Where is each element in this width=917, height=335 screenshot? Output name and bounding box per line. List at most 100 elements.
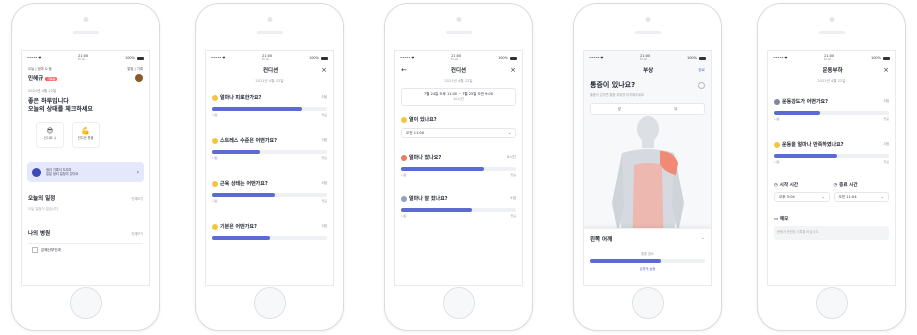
question-muscle: 근육 상태는 어떤가요? 3점 나쁨 좋음 <box>212 180 327 203</box>
slider-fill <box>212 193 276 197</box>
pain-level-slider[interactable] <box>590 259 705 263</box>
chevron-down-icon[interactable]: ⌄ <box>701 235 705 243</box>
schedule-header: 오늘의 일정 전체보기 <box>28 196 143 202</box>
pain-detail-sheet: 왼쪽 어깨 ⌄ 통증 정도 심하게 높음 <box>584 228 711 285</box>
page-title: 컨디션 <box>262 68 279 74</box>
question-fatigue: 얼마나 피로한가요? 3점 나쁨 좋음 <box>212 94 327 117</box>
status-bar: ••••• ❤ 21:00 B.Lab···· 100% <box>206 51 333 62</box>
avatar[interactable] <box>135 74 143 82</box>
exercise-header: 운동부하 × <box>768 62 895 78</box>
pain-level-value: 심하게 높음 <box>639 267 656 271</box>
slider-fill <box>774 111 820 115</box>
chevron-down-icon: ⌄ <box>880 195 884 199</box>
memo-textarea[interactable]: 운동과 관련된 기록을 하십시오. <box>774 226 889 240</box>
fatigue-slider[interactable] <box>212 107 327 111</box>
body-head[interactable] <box>637 116 659 142</box>
phone-home: ••••• ❤ 21:00 B.Lab···· 100% 오늘 | 엄마 & 응 … <box>11 3 160 331</box>
slider-fill <box>212 236 270 240</box>
slider-fill <box>212 150 261 154</box>
home-button[interactable] <box>442 287 475 319</box>
info-icon[interactable] <box>698 81 705 89</box>
chevron-down-icon: ⌄ <box>821 195 825 199</box>
fever-time-select[interactable]: 오전 11:00 ⌄ <box>401 128 516 138</box>
hospital-more-link[interactable]: 전체보기 <box>131 231 143 236</box>
sleep-range-card[interactable]: 7월 24일 오후 11:00 ~ 7월 25일 오전 9:00 10시간 <box>401 88 516 106</box>
mood-card-happy[interactable]: 😎 신나요 :) <box>36 122 64 148</box>
pain-level-caption: 통증 정도 <box>641 252 654 256</box>
pain-screen: ••••• ❤ 21:00 B.Lab···· 100% 부상 완료 통증이 있나… <box>583 50 712 286</box>
condition2-header: ← 컨디션 × <box>395 62 522 78</box>
slider-fill <box>590 259 662 263</box>
chevron-down-icon: ⌄ <box>507 131 511 135</box>
start-time-select[interactable]: 오후 5:04 ⌄ <box>774 192 830 202</box>
end-time-select[interactable]: 오전 11:04 ⌄ <box>833 192 889 202</box>
question-stress: 스트레스 수준은 어떤가요? 3점 나쁨 좋음 <box>212 137 327 160</box>
hospital-header: 나의 병원 전체보기 <box>28 231 143 237</box>
satisfaction-slider[interactable] <box>774 154 889 158</box>
top-right-links[interactable]: 알림 | 기록 <box>127 66 143 71</box>
speaker-grill <box>445 31 472 34</box>
phone-pain: ••••• ❤ 21:00 B.Lab···· 100% 부상 완료 통증이 있나… <box>573 3 722 331</box>
body-neck[interactable] <box>642 140 654 148</box>
battery-icon <box>882 56 890 60</box>
question-sleep-quality: 얼마나 잘 잤나요? 4점 나쁨 좋음 <box>401 195 516 218</box>
condition-date: 2021년 4월 22일 <box>255 79 284 83</box>
phone-condition-detail: ••••• ❤ 21:00 B.Lab···· 100% ← 컨디션 × 2021… <box>384 3 533 331</box>
top-tabs[interactable]: 오늘 | 엄마 & 응 <box>28 66 52 71</box>
mood-slider[interactable] <box>212 236 327 240</box>
page-title: 운동부하 <box>822 68 843 74</box>
clock-icon: ◷ <box>833 183 838 188</box>
hospital-item[interactable]: 은혜산부인과 <box>28 243 143 256</box>
smile-face-icon <box>212 223 218 230</box>
battery-icon <box>136 56 144 60</box>
schedule-more-link[interactable]: 전체보기 <box>131 196 143 201</box>
condition-screen: ••••• ❤ 21:00 B.Lab···· 100% 컨디션 × 2021년 … <box>205 50 334 286</box>
slider-fill <box>401 167 484 171</box>
chevron-right-icon: › <box>136 168 139 176</box>
battery-icon <box>698 56 706 60</box>
speaker-grill <box>634 31 661 34</box>
camera-dot <box>645 17 650 22</box>
mood-card-good[interactable]: 💪 컨디션 좋음 <box>71 122 100 148</box>
home-screen: ••••• ❤ 21:00 B.Lab···· 100% 오늘 | 엄마 & 응 … <box>21 50 150 286</box>
done-button[interactable]: 완료 <box>698 68 705 73</box>
close-icon[interactable]: × <box>321 66 327 74</box>
slider-fill <box>774 154 838 158</box>
camera-dot <box>829 17 834 22</box>
user-name: 민혜규 <box>28 76 44 82</box>
home-button[interactable] <box>69 287 102 319</box>
stress-slider[interactable] <box>212 150 327 154</box>
home-button[interactable] <box>815 287 848 319</box>
flex-arm-icon: 💪 <box>81 127 90 135</box>
slider-fill <box>212 107 302 111</box>
checkbox-icon[interactable] <box>32 247 38 253</box>
muscle-arm-icon <box>212 180 218 187</box>
camera-dot <box>83 17 88 22</box>
status-bar: ••••• ❤ 21:00 B.Lab···· 100% <box>768 51 895 62</box>
dumbbell-icon <box>774 98 780 105</box>
selected-area-title: 왼쪽 어깨 <box>590 237 613 243</box>
camera-dot <box>456 17 461 22</box>
sleep-quality-slider[interactable] <box>401 208 516 212</box>
phone-condition: ••••• ❤ 21:00 B.Lab···· 100% 컨디션 × 2021년 … <box>195 3 344 331</box>
question-mood: 기분은 어떤가요? 3점 <box>206 223 333 240</box>
intensity-slider[interactable] <box>774 111 889 115</box>
close-icon[interactable]: × <box>883 66 889 74</box>
condition-detail-screen: ••••• ❤ 21:00 B.Lab···· 100% ← 컨디션 × 2021… <box>394 50 523 286</box>
home-button[interactable] <box>253 287 286 319</box>
muscle-slider[interactable] <box>212 193 327 197</box>
carrier: ••••• ❤ <box>27 56 42 60</box>
page-title: 부상 <box>643 68 654 74</box>
page-title: 컨디션 <box>450 68 467 74</box>
tired-face-icon <box>212 94 218 101</box>
pain-subtitle: 통증이 있다면 통증 부위를 터치해주세요 <box>590 93 644 97</box>
clock-icon: ◷ <box>774 183 779 188</box>
home-button[interactable] <box>631 287 664 319</box>
pain-question: 통증이 있나요? <box>590 81 636 89</box>
cycle-banner[interactable]: 생리 기록이 도우미 일일 생리 일정이 있어요 › <box>27 162 144 182</box>
greeting-line-1: 좋은 하루입니다 <box>28 98 69 105</box>
status-bar: ••••• ❤ 21:00 B.Lab···· 100% <box>584 51 711 62</box>
back-arrow-icon[interactable]: ← <box>401 66 407 74</box>
sleep-slider[interactable] <box>401 167 516 171</box>
close-icon[interactable]: × <box>510 66 516 74</box>
